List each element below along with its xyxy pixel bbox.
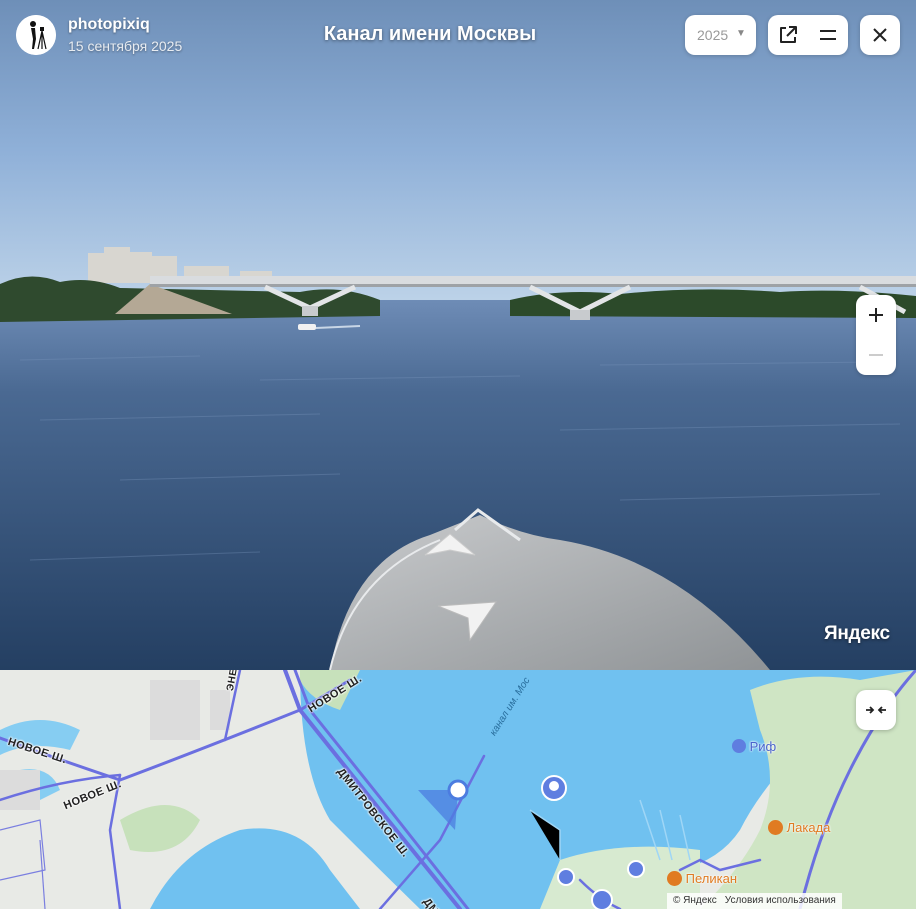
menu-button[interactable] (808, 15, 848, 55)
panorama-view[interactable]: photopixiq 15 сентября 2025 Канал имени … (0, 0, 916, 670)
menu-icon (820, 30, 836, 40)
nav-arrow-forward[interactable] (420, 530, 480, 560)
panorama-point-icon[interactable] (556, 867, 576, 887)
close-button[interactable] (860, 15, 900, 55)
poi-label: Лакада (786, 820, 831, 835)
mini-map[interactable]: Риф Лакада Пеликан ЭНЕРГЕТИЧ НОВОЕ Ш. НО… (0, 670, 916, 909)
poi-rif[interactable]: Риф (732, 739, 776, 754)
year-select[interactable]: 2025 ▼ (685, 15, 756, 55)
restaurant-icon (667, 871, 682, 886)
yandex-logo: Яндекс (824, 623, 890, 644)
year-value: 2025 (697, 27, 729, 43)
map-copyright: © Яндекс Условия использования (667, 893, 842, 909)
zoom-in-button[interactable] (856, 295, 896, 335)
panorama-point-icon[interactable] (626, 859, 646, 879)
restaurant-icon (768, 820, 783, 835)
panorama-image[interactable] (0, 0, 916, 670)
zoom-control (856, 295, 896, 375)
poi-label: Риф (749, 739, 777, 754)
open-external-button[interactable] (768, 15, 808, 55)
terms-link[interactable]: Условия использования (725, 895, 836, 906)
external-link-icon (780, 26, 797, 43)
nav-arrow-back[interactable] (434, 596, 500, 644)
copyright-text[interactable]: © Яндекс (673, 895, 717, 906)
zoom-out-button[interactable] (856, 335, 896, 375)
collapse-arrows-icon (866, 706, 886, 714)
chevron-down-icon: ▼ (736, 28, 746, 39)
poi-pelikan[interactable]: Пеликан (667, 871, 737, 886)
minus-icon (869, 354, 883, 356)
close-icon (873, 28, 887, 42)
panorama-point-icon[interactable] (590, 888, 614, 909)
location-marker-icon (447, 779, 469, 801)
top-bar: photopixiq 15 сентября 2025 Канал имени … (0, 0, 916, 72)
poi-label: Пеликан (685, 871, 737, 886)
pin-icon (732, 739, 746, 753)
plus-icon (869, 308, 883, 322)
action-buttons (768, 15, 848, 55)
collapse-map-button[interactable] (856, 690, 896, 730)
poi-lakada[interactable]: Лакада (768, 820, 830, 835)
panorama-point-icon[interactable] (540, 774, 568, 802)
